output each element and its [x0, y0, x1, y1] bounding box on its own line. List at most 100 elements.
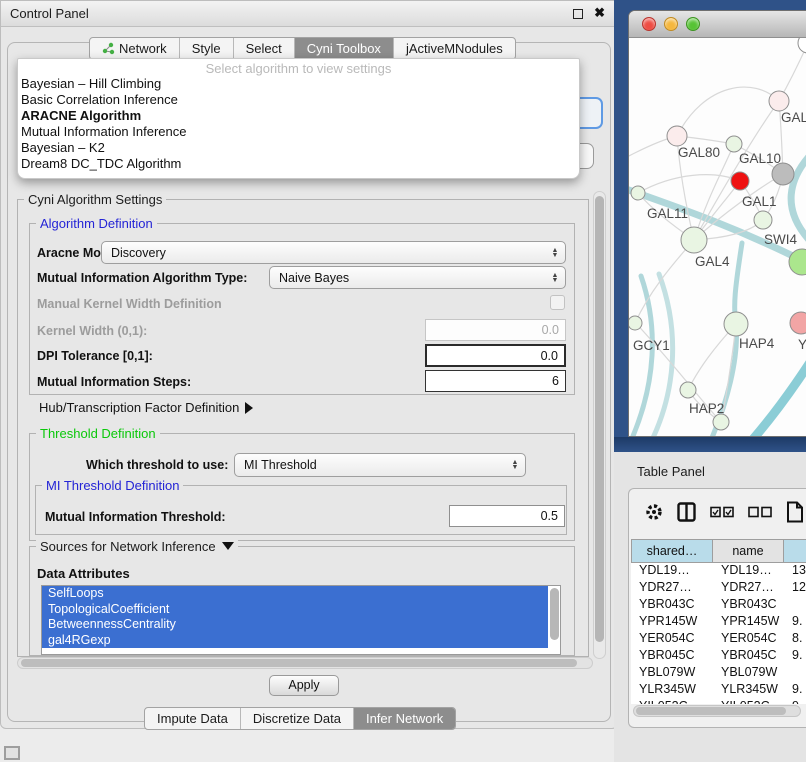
node-label-gal1: GAL1 — [742, 194, 777, 209]
table-row[interactable]: YBR043CYBR043C — [631, 597, 806, 614]
control-panel-titlebar: Control Panel ✖ — [1, 1, 617, 27]
table-row[interactable]: YLR345WYLR345W9. — [631, 682, 806, 699]
tab-network[interactable]: Network — [90, 38, 180, 59]
tab-discretize-data[interactable]: Discretize Data — [241, 708, 354, 729]
tab-label: jActiveMNodules — [406, 41, 503, 56]
table-cell: YBL079W — [631, 665, 713, 682]
sources-title[interactable]: Sources for Network Inference — [36, 539, 238, 554]
table-row[interactable]: YDR27…YDR27…12 — [631, 580, 806, 597]
table-row[interactable]: YER054CYER054C8. — [631, 631, 806, 648]
apply-button[interactable]: Apply — [269, 675, 339, 696]
mi-steps-label: Mutual Information Steps: — [37, 375, 191, 389]
network-node[interactable] — [726, 136, 742, 152]
network-icon — [102, 42, 115, 55]
column-header-cut[interactable] — [784, 539, 806, 563]
table-horizontal-scrollbar[interactable] — [633, 705, 801, 717]
column-header-shared[interactable]: shared… — [631, 539, 713, 563]
tab-jactivemnodules[interactable]: jActiveMNodules — [394, 38, 515, 59]
control-panel-tabbar: NetworkStyleSelect Cyni Toolbox jActiveMNo… — [89, 37, 516, 60]
close-traffic-icon[interactable] — [642, 17, 656, 31]
table-cell: YBR043C — [713, 597, 784, 614]
network-canvas[interactable]: GALGAL80GAL10GAL1GAL11SWI4GAL4GCY1HAP4YH… — [629, 38, 806, 437]
data-attributes-label: Data Attributes — [37, 566, 130, 581]
table-cell: YDR27… — [713, 580, 784, 597]
table-row[interactable]: YPR145WYPR145W9. — [631, 614, 806, 631]
network-node[interactable] — [769, 91, 789, 111]
data-attributes-list[interactable]: SelfLoopsTopologicalCoefficientBetweenne… — [41, 585, 561, 655]
network-node[interactable] — [772, 163, 794, 185]
table-cell: YLR345W — [713, 682, 784, 699]
hub-definition-section[interactable]: Hub/Transcription Factor Definition — [39, 400, 253, 415]
table-row[interactable]: YBL079WYBL079W — [631, 665, 806, 682]
kernel-width-label: Kernel Width (0,1): — [37, 324, 147, 338]
network-node[interactable] — [713, 414, 729, 430]
attribute-item-gal4rgexp[interactable]: gal4RGexp — [42, 633, 548, 649]
minimize-traffic-icon[interactable] — [664, 17, 678, 31]
gear-icon[interactable] — [645, 503, 663, 521]
dropdown-item-dream8-dc-tdc-algorithm[interactable]: Dream8 DC_TDC Algorithm — [18, 156, 579, 172]
list-scrollbar[interactable] — [550, 588, 559, 640]
network-window: GALGAL80GAL10GAL1GAL11SWI4GAL4GCY1HAP4YH… — [628, 10, 806, 437]
network-node[interactable] — [629, 316, 642, 330]
node-label-gal10: GAL10 — [739, 151, 781, 166]
table-cell: YER054C — [713, 631, 784, 648]
which-threshold-select[interactable]: MI Threshold ▲▼ — [234, 453, 526, 477]
aracne-mode-select[interactable]: Discovery ▲▼ — [101, 241, 566, 264]
expand-arrow-icon[interactable] — [245, 402, 253, 414]
float-icon[interactable] — [573, 9, 583, 19]
tab-label: Impute Data — [157, 711, 228, 726]
sources-title-text: Sources for Network Inference — [40, 539, 216, 554]
tab-label: Cyni Toolbox — [307, 41, 381, 56]
network-node[interactable] — [754, 211, 772, 229]
settings-horizontal-scrollbar[interactable] — [17, 657, 593, 669]
unchecked-columns-icon[interactable] — [748, 506, 772, 518]
collapse-arrow-icon[interactable] — [222, 542, 234, 550]
column-layout-icon[interactable] — [677, 502, 696, 522]
mi-algorithm-type-select[interactable]: Naive Bayes ▲▼ — [269, 266, 566, 289]
network-node[interactable] — [667, 126, 687, 146]
mi-steps-field[interactable]: 6 — [425, 370, 566, 392]
control-panel-title: Control Panel — [1, 6, 89, 21]
network-node[interactable] — [681, 227, 707, 253]
zoom-traffic-icon[interactable] — [686, 17, 700, 31]
attribute-item-topologicalcoefficient[interactable]: TopologicalCoefficient — [42, 602, 548, 618]
network-edge — [633, 276, 652, 436]
manual-kernel-checkbox[interactable] — [550, 295, 565, 310]
kernel-width-field[interactable]: 0.0 — [425, 319, 566, 341]
table-row[interactable]: YIL052CYIL052C9 — [631, 699, 806, 704]
checked-columns-icon[interactable] — [710, 506, 734, 518]
settings-vertical-scrollbar[interactable] — [593, 191, 606, 659]
table-cell: YBR045C — [631, 648, 713, 665]
table-row[interactable]: YDL19…YDL19…13 — [631, 563, 806, 580]
node-label-y: Y — [798, 337, 806, 352]
tab-infer-network[interactable]: Infer Network — [354, 708, 455, 729]
close-icon[interactable]: ✖ — [594, 5, 605, 21]
network-node[interactable] — [631, 186, 645, 200]
network-node[interactable] — [798, 38, 806, 53]
dropdown-placeholder: Select algorithm to view settings — [18, 59, 579, 76]
dropdown-item-bayesian-k2[interactable]: Bayesian – K2 — [18, 140, 579, 156]
table-rows: YDL19…YDL19…13YDR27…YDR27…12YBR043CYBR04… — [631, 563, 806, 704]
tab-style[interactable]: Style — [180, 38, 234, 59]
table-cell: YDL19… — [631, 563, 713, 580]
tab-cyni-toolbox[interactable]: Cyni Toolbox — [295, 38, 394, 59]
dropdown-item-mutual-information-inference[interactable]: Mutual Information Inference — [18, 124, 579, 140]
network-node[interactable] — [731, 172, 749, 190]
attribute-item-selfloops[interactable]: SelfLoops — [42, 586, 548, 602]
network-node[interactable] — [724, 312, 748, 336]
mi-threshold-field[interactable]: 0.5 — [449, 505, 565, 527]
table-row[interactable]: YBR045CYBR045C9. — [631, 648, 806, 665]
dropdown-item-basic-correlation-inference[interactable]: Basic Correlation Inference — [18, 92, 579, 108]
document-icon[interactable] — [786, 501, 804, 523]
tab-impute-data[interactable]: Impute Data — [145, 708, 241, 729]
dropdown-item-bayesian-hill-climbing[interactable]: Bayesian – Hill Climbing — [18, 76, 579, 92]
network-node[interactable] — [790, 312, 806, 334]
attribute-item-betweennesscentrality[interactable]: BetweennessCentrality — [42, 617, 548, 633]
dpi-tolerance-field[interactable]: 0.0 — [425, 344, 566, 367]
spinner-arrows-icon: ▲▼ — [509, 460, 525, 470]
column-header-name[interactable]: name — [713, 539, 784, 563]
tab-select[interactable]: Select — [234, 38, 295, 59]
panel-dock-icon[interactable] — [4, 746, 20, 760]
dropdown-item-aracne-algorithm[interactable]: ARACNE Algorithm — [18, 108, 579, 124]
network-node[interactable] — [680, 382, 696, 398]
